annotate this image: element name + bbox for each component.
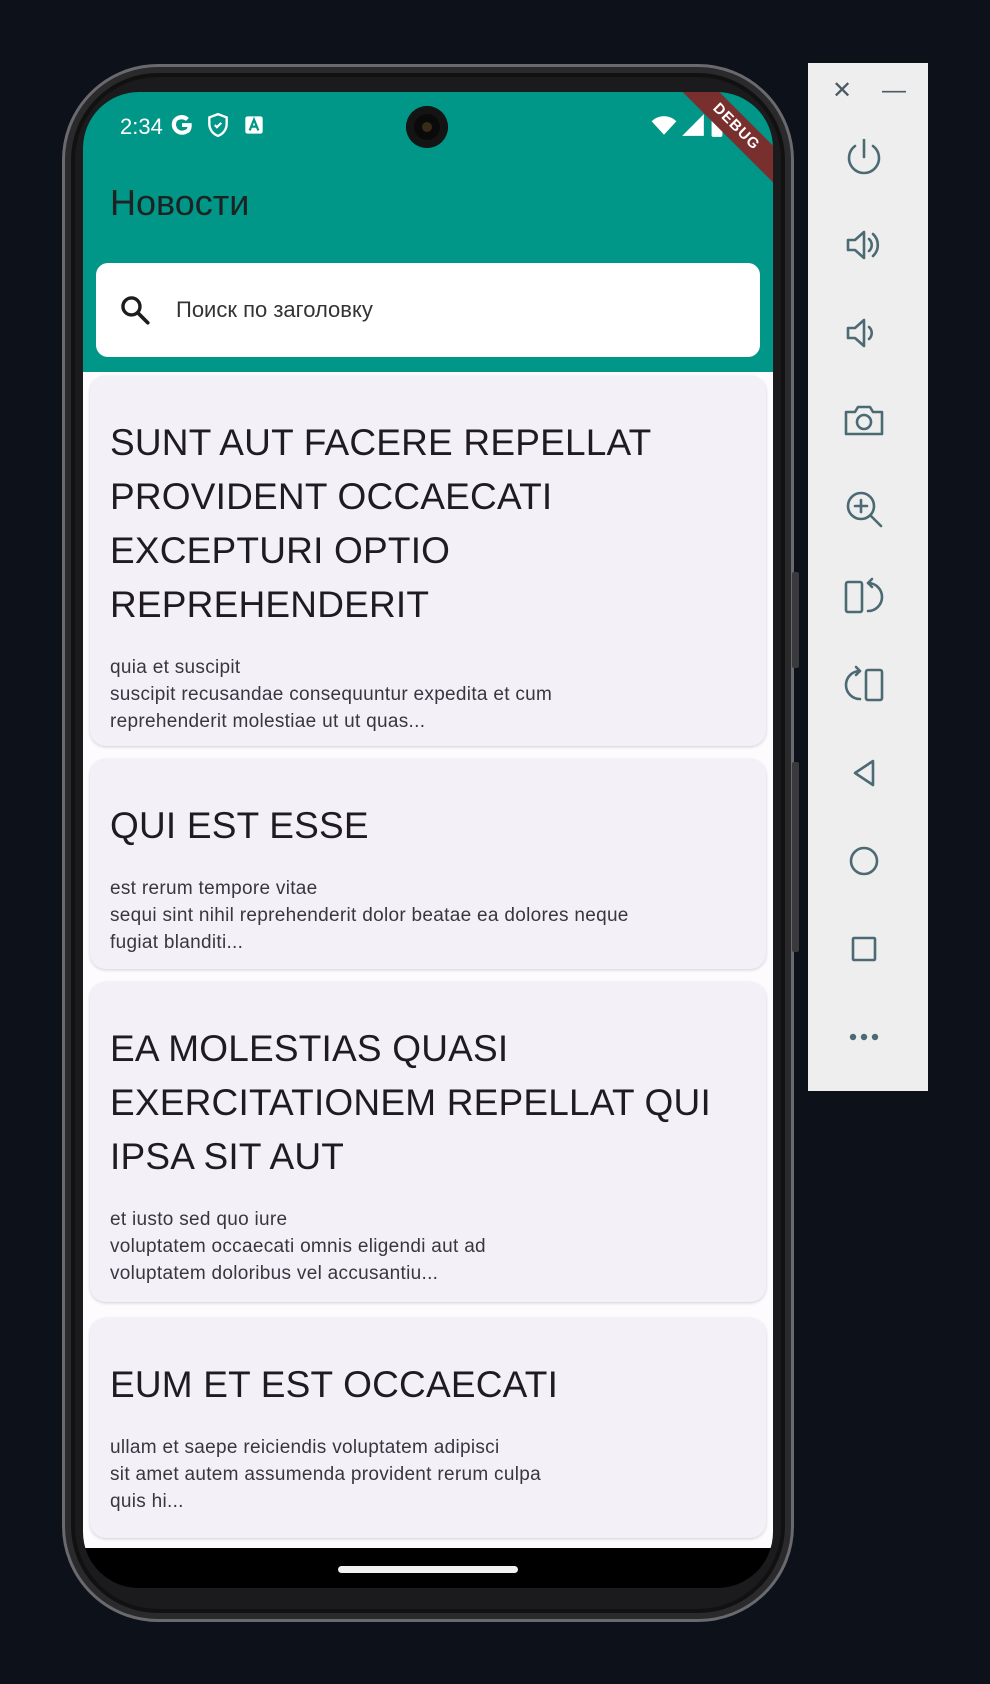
close-icon[interactable]: ✕: [828, 77, 856, 105]
volume-down-icon: [846, 318, 873, 348]
search-bar[interactable]: [96, 263, 760, 357]
search-icon: [121, 296, 150, 325]
home-icon: [849, 846, 879, 876]
overview-button[interactable]: [836, 921, 892, 977]
news-card-title: SUNT AUT FACERE REPELLAT PROVIDENT OCCAE…: [110, 422, 651, 625]
app-bar: 2:34 DEBUG Новости Поиск по заголовку: [83, 92, 773, 372]
news-card[interactable]: SUNT AUT FACERE REPELLAT PROVIDENT OCCAE…: [90, 376, 766, 746]
back-button[interactable]: [836, 745, 892, 801]
emulator-toolbar: ✕ —: [808, 63, 928, 1091]
emulator-title-bar: ✕ —: [808, 63, 928, 119]
phone-screen: 2:34 DEBUG Новости Поиск по заголовку SU…: [83, 92, 773, 1588]
news-card-body: est rerum tempore vitae sequi sint nihil…: [110, 878, 629, 953]
volume-up-icon: [846, 230, 880, 260]
zoom-button[interactable]: [836, 481, 892, 537]
zoom-in-icon: [846, 491, 883, 528]
font-icon: [245, 116, 263, 134]
shield-icon: [208, 112, 228, 138]
google-icon: [171, 114, 192, 135]
front-camera: [406, 106, 448, 148]
news-card[interactable]: EA MOLESTIAS QUASI EXERCITATIONEM REPELL…: [90, 982, 766, 1302]
debug-banner: DEBUG: [673, 92, 773, 190]
search-input[interactable]: [176, 287, 736, 333]
overview-icon: [851, 936, 877, 962]
news-card-title: QUI EST ESSE: [110, 805, 369, 846]
gesture-nav-area: [83, 1548, 773, 1588]
wifi-icon: [651, 116, 677, 135]
power-icon: [847, 138, 881, 175]
rotate-left-button[interactable]: [836, 657, 892, 713]
home-button[interactable]: [836, 833, 892, 889]
camera-icon: [844, 405, 884, 436]
minimize-icon[interactable]: —: [880, 77, 908, 105]
news-card-body: et iusto sed quo iure voluptatem occaeca…: [110, 1209, 486, 1284]
news-card-body: quia et suscipit suscipit recusandae con…: [110, 657, 553, 732]
phone-volume-key: [792, 762, 799, 952]
rotate-right-icon: [844, 577, 884, 614]
news-card-title: EA MOLESTIAS QUASI EXERCITATIONEM REPELL…: [110, 1028, 711, 1177]
signal-icon: [682, 114, 704, 136]
screenshot-button[interactable]: [836, 393, 892, 449]
home-gesture-handle[interactable]: [338, 1566, 518, 1573]
news-card[interactable]: QUI EST ESSE est rerum tempore vitae seq…: [90, 759, 766, 969]
power-button[interactable]: [836, 129, 892, 185]
news-card[interactable]: EUM ET EST OCCAECATI ullam et saepe reic…: [90, 1318, 766, 1538]
more-icon: [849, 1033, 879, 1041]
back-icon: [853, 759, 875, 787]
status-time: 2:34: [120, 114, 163, 139]
phone-power-key: [792, 572, 799, 668]
rotate-left-icon: [844, 665, 884, 702]
volume-up-button[interactable]: [836, 217, 892, 273]
rotate-right-button[interactable]: [836, 569, 892, 625]
news-list[interactable]: SUNT AUT FACERE REPELLAT PROVIDENT OCCAE…: [83, 372, 773, 1548]
news-card-title: EUM ET EST OCCAECATI: [110, 1364, 559, 1405]
volume-down-button[interactable]: [836, 305, 892, 361]
status-bar: 2:34 DEBUG: [83, 92, 773, 190]
page-title: Новости: [110, 182, 250, 223]
news-card-body: ullam et saepe reiciendis voluptatem adi…: [110, 1437, 541, 1512]
more-button[interactable]: [836, 1009, 892, 1065]
